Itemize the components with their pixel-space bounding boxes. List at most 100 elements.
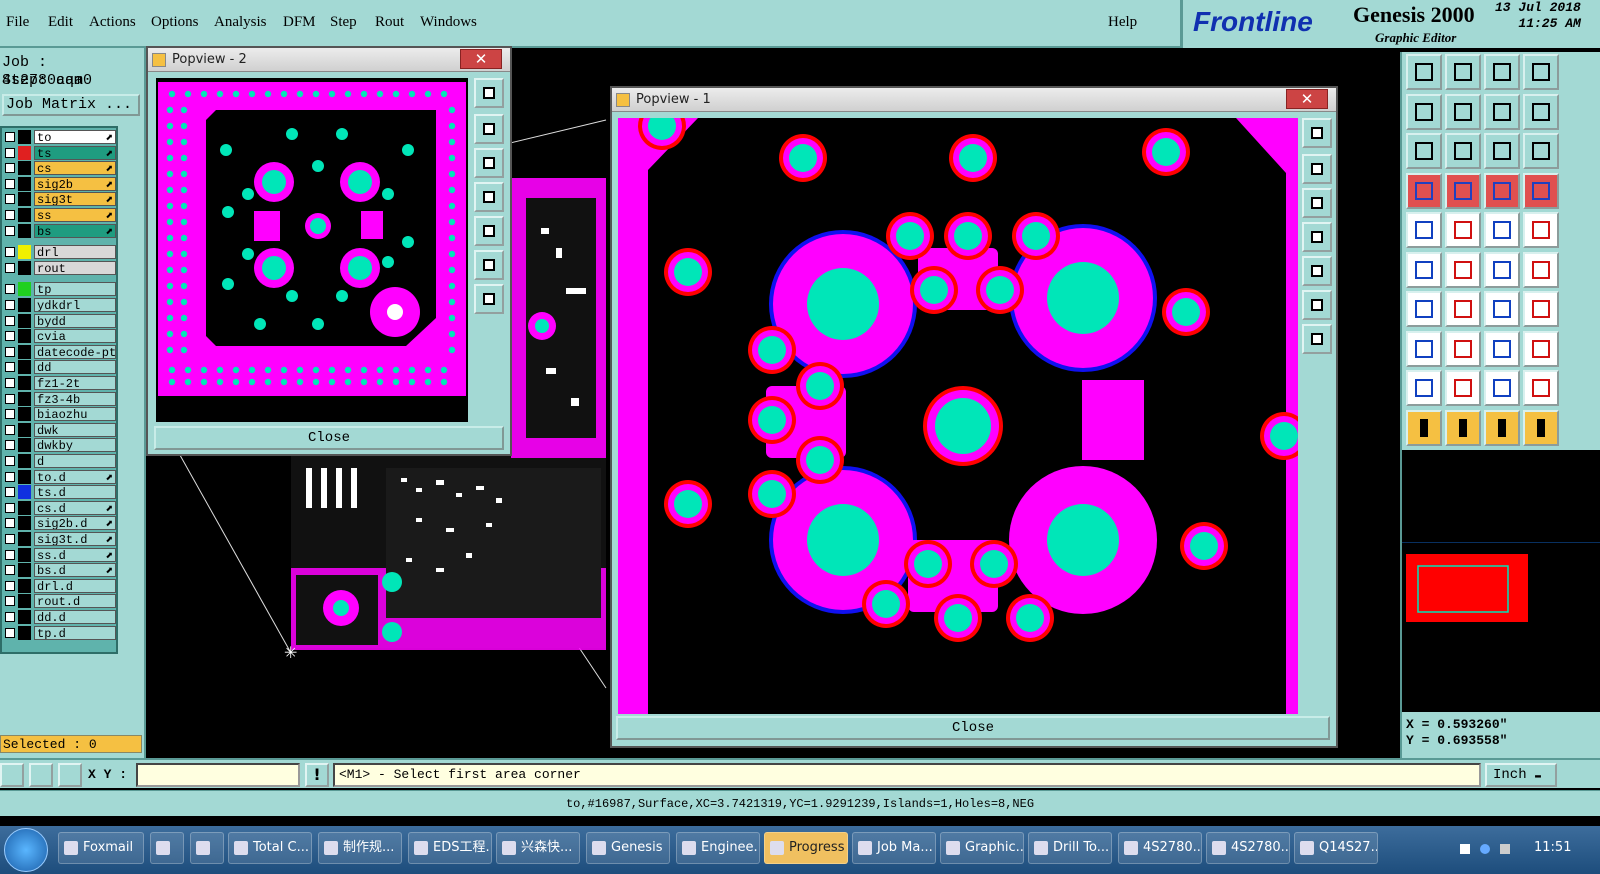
layer-row[interactable]: sig3t ⬈ — [2, 192, 118, 207]
taskbar-item[interactable]: 制作规... — [318, 832, 402, 864]
layer-display-tool[interactable] — [1484, 172, 1520, 209]
layer-checkbox[interactable] — [5, 580, 15, 591]
layer-name[interactable]: cs ⬈ — [34, 161, 116, 176]
line-slash-tool[interactable] — [1445, 291, 1481, 327]
layer-row[interactable]: fz3-4b — [2, 391, 118, 407]
layer-name[interactable]: fz1-2t — [34, 376, 116, 390]
start-button[interactable] — [4, 828, 48, 872]
measure-mode-button[interactable] — [29, 763, 53, 787]
zoom-home-button[interactable] — [1302, 118, 1332, 148]
popview-2-canvas[interactable] — [156, 78, 468, 422]
layer-checkbox[interactable] — [5, 163, 15, 174]
popview-1-close-button[interactable]: Close — [616, 716, 1330, 740]
layer-name[interactable]: ydkdrl — [34, 298, 116, 312]
layer-name[interactable]: biaozhu — [34, 407, 116, 422]
layer-checkbox[interactable] — [5, 210, 15, 220]
layer-checkbox[interactable] — [5, 549, 15, 560]
layer-compare-tool[interactable] — [1523, 172, 1559, 209]
layer-row[interactable]: to ⬈ — [2, 130, 118, 145]
cross-tool[interactable] — [1445, 251, 1481, 288]
layer-checkbox[interactable] — [5, 362, 15, 373]
layer-row[interactable]: sig2b.d ⬈ — [2, 516, 118, 531]
grid-mode-button[interactable] — [58, 763, 82, 787]
pan-left-tool[interactable] — [1406, 93, 1442, 130]
layer-row[interactable]: ss ⬈ — [2, 208, 118, 223]
edit-node-tool[interactable] — [1523, 251, 1559, 288]
layer-checkbox[interactable] — [5, 534, 15, 544]
layer-checkbox[interactable] — [5, 132, 15, 142]
layer-row[interactable]: bs.d ⬈ — [2, 563, 118, 578]
taskbar-item[interactable]: EDS工程... — [408, 832, 492, 864]
layer-row[interactable]: d — [2, 454, 118, 469]
layer-checkbox[interactable] — [5, 284, 15, 295]
layer-checkbox[interactable] — [5, 346, 15, 357]
layer-checkbox[interactable] — [5, 315, 15, 326]
units-selector[interactable]: Inch ▬ — [1485, 763, 1557, 787]
layer-name[interactable]: fz3-4b — [34, 391, 116, 406]
layer-name[interactable]: bydd — [34, 313, 116, 328]
layer-checkbox[interactable] — [5, 378, 15, 388]
pan-left-button[interactable] — [1302, 222, 1332, 252]
add-round-tool[interactable] — [1523, 212, 1559, 248]
zoom-ratio-tool[interactable] — [1484, 133, 1520, 169]
taskbar-item[interactable]: Job Ma... — [852, 832, 936, 864]
connect-tool[interactable] — [1406, 251, 1442, 288]
pan-up-button[interactable] — [1302, 154, 1332, 184]
layer-name[interactable]: ss ⬈ — [34, 208, 116, 222]
menu-actions[interactable]: Actions — [89, 14, 136, 31]
layer-row[interactable]: to.d ⬈ — [2, 469, 118, 485]
layer-checkbox[interactable] — [5, 409, 15, 420]
overview-map[interactable] — [1402, 542, 1600, 622]
close-icon[interactable]: ✕ — [460, 49, 502, 69]
taskbar-item[interactable]: 4S2780... — [1118, 832, 1202, 864]
layer-name[interactable]: datecode-pt — [34, 344, 116, 359]
layer-checkbox[interactable] — [5, 247, 15, 258]
menu-options[interactable]: Options — [151, 14, 199, 31]
layer-row[interactable]: bs ⬈ — [2, 223, 118, 239]
layer-checkbox[interactable] — [5, 424, 15, 435]
feature-tool[interactable] — [1523, 291, 1559, 327]
taskbar-item[interactable]: Foxmail — [58, 832, 144, 864]
menu-rout[interactable]: Rout — [375, 14, 404, 31]
copy-tool[interactable] — [1406, 330, 1442, 367]
layer-checkbox[interactable] — [5, 331, 15, 342]
layer-name[interactable]: bs ⬈ — [34, 223, 116, 238]
layer-checkbox[interactable] — [5, 178, 15, 189]
layer-name[interactable]: drl — [34, 245, 116, 260]
shape-tool[interactable] — [1406, 370, 1442, 406]
pan-right-button[interactable] — [1302, 256, 1332, 286]
select-tool[interactable] — [1406, 409, 1442, 446]
layer-name[interactable]: cs.d ⬈ — [34, 500, 116, 515]
layer-row[interactable]: drl — [2, 245, 118, 260]
outline-tool[interactable] — [1484, 370, 1520, 406]
select-box-tool[interactable] — [1445, 409, 1481, 446]
layer-name[interactable]: ts ⬈ — [34, 145, 116, 160]
layer-row[interactable]: fz1-2t — [2, 376, 118, 391]
layer-row[interactable]: ts.d — [2, 485, 118, 500]
layer-checkbox[interactable] — [5, 612, 15, 622]
menu-step[interactable]: Step — [330, 14, 357, 31]
arc-tool[interactable] — [1484, 291, 1520, 327]
layer-row[interactable]: datecode-pt — [2, 344, 118, 360]
layer-name[interactable]: sig3t.d ⬈ — [34, 532, 116, 546]
pan-down-button[interactable] — [474, 148, 504, 178]
group-tool[interactable] — [1523, 330, 1559, 367]
layer-name[interactable]: dd.d — [34, 610, 116, 624]
triangle-tool[interactable] — [1523, 370, 1559, 406]
add-pad-tool[interactable] — [1406, 212, 1442, 248]
pan-right-tool[interactable] — [1445, 93, 1481, 130]
ruler-tool[interactable] — [1484, 212, 1520, 248]
layer-checkbox[interactable] — [5, 194, 15, 205]
layer-checkbox[interactable] — [5, 440, 15, 451]
layer-name[interactable]: cvia — [34, 329, 116, 344]
layer-row[interactable]: cs ⬈ — [2, 161, 118, 176]
zoom-fit-tool[interactable] — [1445, 54, 1481, 90]
layer-checkbox[interactable] — [5, 596, 15, 607]
exclamation-button[interactable]: ! — [305, 763, 329, 787]
layer-checkbox[interactable] — [5, 565, 15, 576]
menu-help[interactable]: Help — [1108, 14, 1137, 31]
layer-row[interactable]: ss.d ⬈ — [2, 547, 118, 563]
zoom-home-tool[interactable] — [1406, 54, 1442, 90]
popview-2-close-button[interactable]: Close — [154, 426, 504, 450]
menu-dfm[interactable]: DFM — [283, 14, 316, 31]
